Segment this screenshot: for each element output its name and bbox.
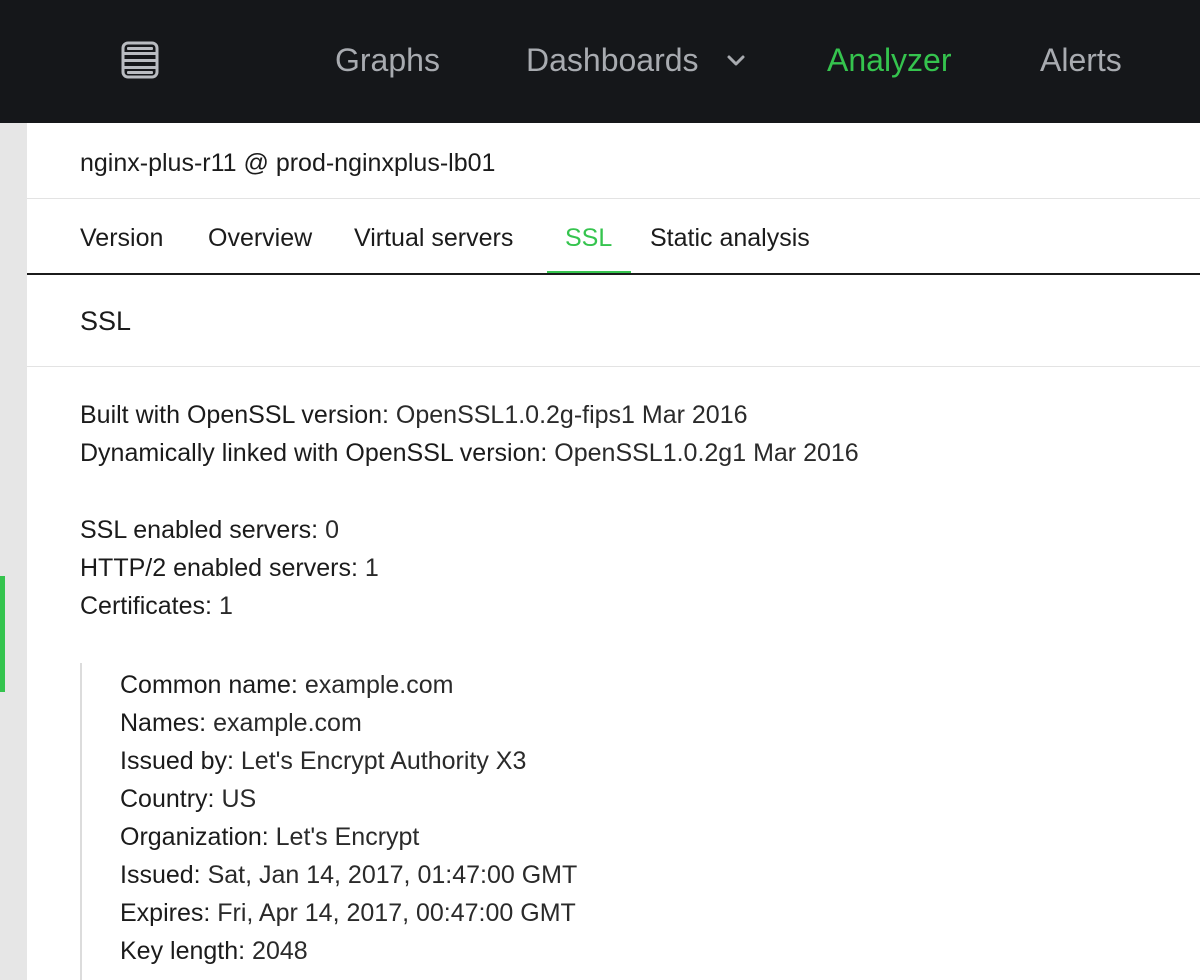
certificates-value: 1 (218, 592, 233, 620)
cert-field-value: US (221, 785, 257, 813)
tab-virtual-servers[interactable]: Virtual servers (354, 221, 513, 255)
linked-openssl-label: Dynamically linked with OpenSSL version: (80, 439, 548, 467)
cert-field-label: Issued by: (120, 747, 234, 775)
http2-servers-value: 1 (364, 554, 379, 582)
linked-openssl-value: OpenSSL1.0.2g1 Mar 2016 (554, 439, 859, 467)
nav-alerts[interactable]: Alerts (1040, 38, 1122, 82)
cert-country-row: Country: US (120, 782, 256, 816)
nav-graphs[interactable]: Graphs (335, 38, 440, 82)
built-openssl-row: Built with OpenSSL version: OpenSSL1.0.2… (80, 398, 748, 432)
tab-version[interactable]: Version (80, 221, 163, 255)
cert-common-name-row: Common name: example.com (120, 668, 453, 702)
cert-key-length-row: Key length: 2048 (120, 934, 308, 968)
built-openssl-value: OpenSSL1.0.2g-fips1 Mar 2016 (395, 401, 748, 429)
certificate-block-border (80, 663, 82, 980)
tab-static-analysis[interactable]: Static analysis (650, 221, 810, 255)
nav-dashboards[interactable]: Dashboards (526, 38, 699, 82)
tab-bar: Version Overview Virtual servers SSL Sta… (27, 199, 1200, 274)
linked-openssl-row: Dynamically linked with OpenSSL version:… (80, 436, 859, 470)
certificates-label: Certificates: (80, 592, 212, 620)
sidebar-active-indicator (0, 576, 5, 692)
cert-field-label: Country: (120, 785, 215, 813)
breadcrumb: nginx-plus-r11 @ prod-nginxplus-lb01 (80, 149, 496, 177)
tab-divider (27, 273, 1200, 275)
main-panel: nginx-plus-r11 @ prod-nginxplus-lb01 Ver… (27, 123, 1200, 980)
cert-field-label: Key length: (120, 937, 246, 965)
cert-expires-row: Expires: Fri, Apr 14, 2017, 00:47:00 GMT (120, 896, 576, 930)
cert-field-value: Let's Encrypt (275, 823, 420, 851)
ssl-servers-value: 0 (325, 516, 339, 544)
cert-field-value: example.com (213, 709, 362, 737)
http2-servers-label: HTTP/2 enabled servers: (80, 554, 358, 582)
nav-analyzer[interactable]: Analyzer (827, 38, 952, 82)
cert-field-label: Common name: (120, 671, 298, 699)
cert-issued-by-row: Issued by: Let's Encrypt Authority X3 (120, 744, 526, 778)
cert-field-label: Organization: (120, 823, 269, 851)
cert-field-value: example.com (304, 671, 454, 699)
certificates-row: Certificates: 1 (80, 589, 233, 623)
ssl-servers-row: SSL enabled servers: 0 (80, 513, 339, 547)
chevron-down-icon[interactable] (725, 49, 747, 71)
tab-ssl[interactable]: SSL (565, 221, 612, 255)
tab-overview[interactable]: Overview (208, 221, 312, 255)
cert-field-label: Names: (120, 709, 207, 737)
cert-names-row: Names: example.com (120, 706, 362, 740)
cert-field-value: Fri, Apr 14, 2017, 00:47:00 GMT (217, 899, 576, 927)
cert-organization-row: Organization: Let's Encrypt (120, 820, 419, 854)
server-stack-icon[interactable] (121, 41, 159, 79)
cert-field-value: Sat, Jan 14, 2017, 01:47:00 GMT (207, 861, 578, 889)
section-title: SSL (80, 306, 132, 336)
built-openssl-label: Built with OpenSSL version: (80, 401, 389, 429)
ssl-servers-label: SSL enabled servers: (80, 516, 319, 544)
divider (27, 366, 1200, 367)
cert-field-value: 2048 (252, 937, 308, 965)
cert-field-label: Expires: (120, 899, 211, 927)
cert-field-label: Issued: (120, 861, 201, 889)
cert-issued-row: Issued: Sat, Jan 14, 2017, 01:47:00 GMT (120, 858, 577, 892)
cert-field-value: Let's Encrypt Authority X3 (240, 747, 527, 775)
http2-servers-row: HTTP/2 enabled servers: 1 (80, 551, 379, 585)
top-navigation: Graphs Dashboards Analyzer Alerts (0, 0, 1200, 123)
